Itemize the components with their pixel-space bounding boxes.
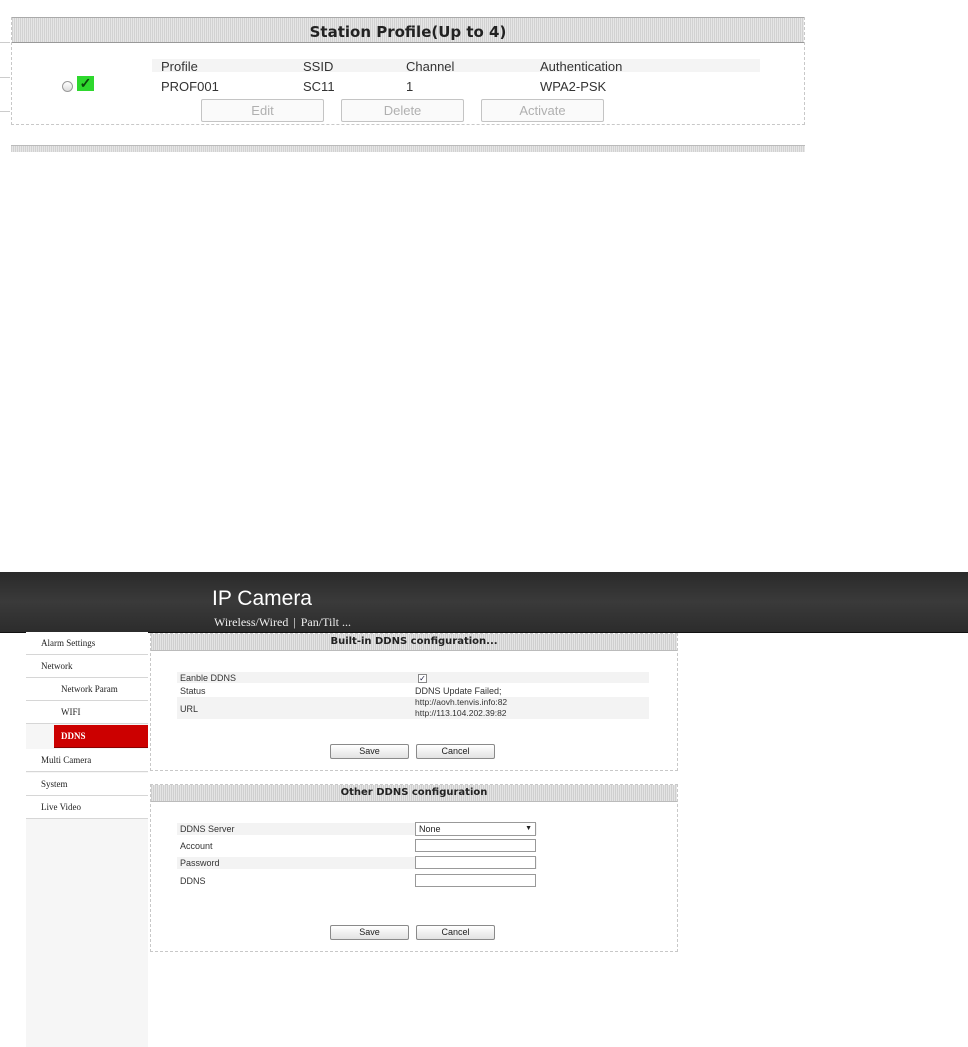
chevron-down-icon: ▼ [525,825,532,832]
ddns-label: DDNS [180,876,206,886]
col-header-channel: Channel [406,59,455,74]
password-input[interactable] [415,856,536,869]
url-value-1: http://aovh.tenvis.info:82 [415,697,508,707]
app-title: IP Camera [212,587,312,610]
col-header-ssid: SSID [303,59,334,74]
other-ddns-panel: Other DDNS configuration DDNS Server Non… [150,784,678,952]
other-cancel-button[interactable]: Cancel [416,925,495,940]
nav-wireless-wired[interactable]: Wireless/Wired [214,615,288,629]
url-value-2: http://113.104.202.39:82 [415,708,507,718]
left-edge-ticks [0,0,10,160]
account-label: Account [180,841,213,851]
ddns-server-selected: None [419,824,441,834]
sidebar-item-ddns[interactable]: DDNS [54,725,148,748]
profile-select-radio[interactable] [62,81,73,92]
profile-channel-cell: 1 [406,79,414,94]
ddns-server-label: DDNS Server [180,824,235,834]
profile-name-cell: PROF001 [161,79,219,94]
other-save-button[interactable]: Save [330,925,409,940]
nav-pan-tilt[interactable]: Pan/Tilt ... [301,615,351,629]
next-section-header [11,145,805,152]
builtin-save-button[interactable]: Save [330,744,409,759]
builtin-ddns-title: Built-in DDNS configuration... [151,634,677,651]
status-value: DDNS Update Failed; [415,686,502,696]
other-ddns-title: Other DDNS configuration [151,785,677,802]
sidebar-item-wifi[interactable]: WIFI [26,701,148,724]
nav-separator: | [293,615,296,629]
col-header-profile: Profile [161,59,198,74]
status-label: Status [180,686,206,696]
url-label: URL [180,704,199,714]
profile-table-header-row [152,59,760,72]
sidebar-item-live-video[interactable]: Live Video [26,796,148,819]
profile-auth-cell: WPA2-PSK [540,79,607,94]
delete-button[interactable]: Delete [341,99,464,122]
row-bg-url [177,697,649,719]
row-bg-enable [177,672,649,683]
station-profile-section: Station Profile(Up to 4) Profile SSID Ch… [0,0,968,160]
sidebar-item-network-param[interactable]: Network Param [26,678,148,701]
ddns-server-select[interactable]: None ▼ [415,822,536,836]
ip-camera-app: IP Camera Wireless/Wired | Pan/Tilt ... Al… [0,572,968,1047]
enable-ddns-label: Eanble DDNS [180,673,237,683]
sidebar-item-system[interactable]: System [26,773,148,796]
top-nav: Wireless/Wired | Pan/Tilt ... [214,615,351,629]
account-input[interactable] [415,839,536,852]
col-header-authentication: Authentication [540,59,623,74]
activate-button[interactable]: Activate [481,99,604,122]
check-icon: ✓ [77,76,94,91]
sidebar-item-network[interactable]: Network [26,655,148,678]
profile-ssid-cell: SC11 [303,79,335,94]
station-profile-title: Station Profile(Up to 4) [12,17,804,43]
ddns-input[interactable] [415,874,536,887]
password-label: Password [180,858,220,868]
top-header-bar [0,572,968,633]
edit-button[interactable]: Edit [201,99,324,122]
builtin-cancel-button[interactable]: Cancel [416,744,495,759]
sidebar: Alarm Settings Network Network Param WIF… [26,632,148,1047]
enable-ddns-checkbox[interactable]: ✓ [418,674,427,683]
builtin-ddns-panel: Built-in DDNS configuration... Eanble DD… [150,633,678,771]
sidebar-item-multi-camera[interactable]: Multi Camera [26,749,148,772]
sidebar-item-alarm-settings[interactable]: Alarm Settings [26,632,148,655]
